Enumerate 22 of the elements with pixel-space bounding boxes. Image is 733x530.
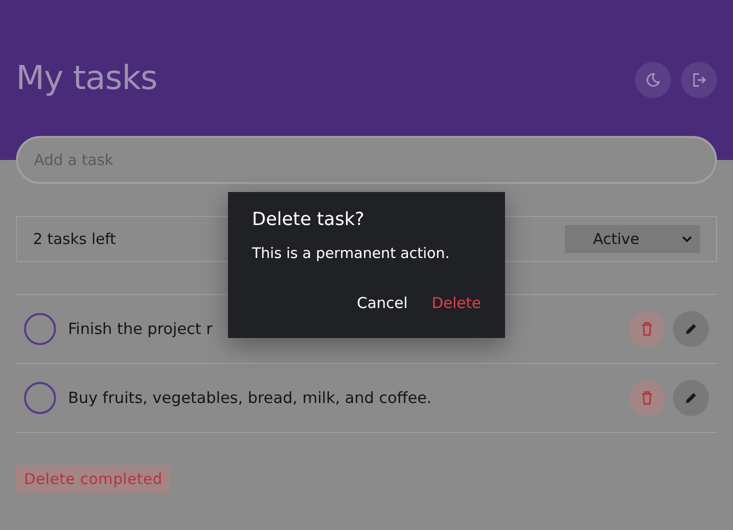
theme-button[interactable] — [635, 62, 671, 98]
edit-button[interactable] — [673, 311, 709, 347]
logout-icon — [691, 72, 707, 88]
edit-button[interactable] — [673, 380, 709, 416]
delete-button[interactable]: Delete — [424, 290, 489, 316]
pencil-icon — [684, 391, 698, 405]
chevron-icon — [682, 235, 692, 243]
trash-icon — [641, 391, 653, 405]
filter-select[interactable]: Active — [565, 225, 700, 253]
dialog-title: Delete task? — [252, 209, 366, 230]
complete-checkbox[interactable] — [24, 313, 56, 345]
moon-icon — [645, 72, 661, 88]
task-text: Finish the project r — [68, 320, 214, 338]
pencil-icon — [684, 322, 698, 336]
tasks-left-count: 2 tasks left — [33, 230, 116, 248]
page-title: My tasks — [16, 58, 158, 97]
logout-button[interactable] — [681, 62, 717, 98]
task-text: Buy fruits, vegetables, bread, milk, and coffee. — [68, 389, 433, 407]
trash-icon — [641, 322, 653, 336]
complete-checkbox[interactable] — [24, 382, 56, 414]
dialog-message: This is a permanent action. — [252, 246, 451, 262]
cancel-button[interactable]: Cancel — [348, 290, 416, 316]
